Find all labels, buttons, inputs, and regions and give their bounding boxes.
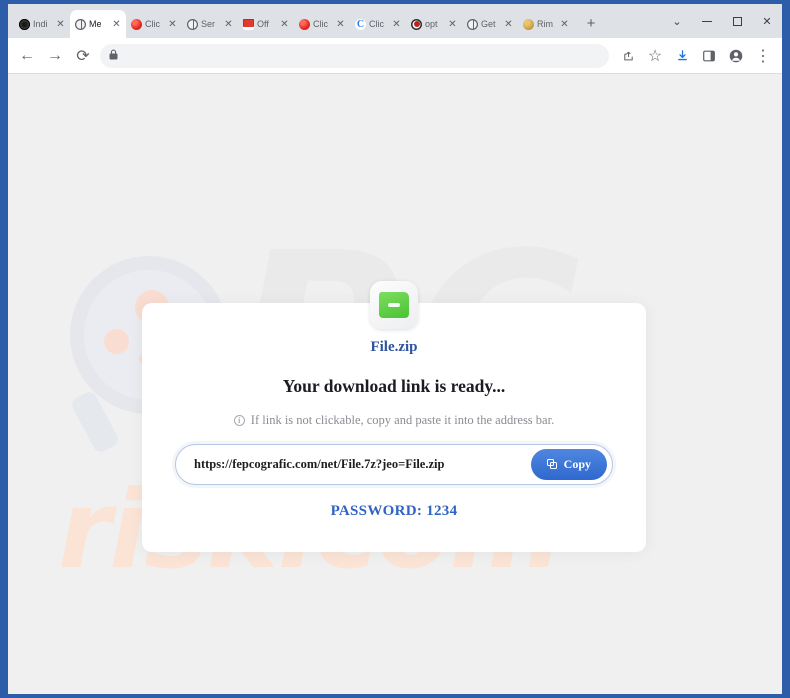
tab-label: Clic — [313, 18, 328, 29]
new-tab-button[interactable]: + — [580, 13, 602, 35]
copy-icon — [546, 459, 558, 470]
globe-icon — [75, 18, 86, 30]
browser-tab-4[interactable]: Ser ✕ — [182, 10, 238, 38]
browser-tab-1[interactable]: Indi ✕ — [14, 10, 70, 38]
tab-label: Off — [257, 18, 269, 29]
tab-close-button[interactable]: ✕ — [447, 19, 458, 30]
tab-strip: Indi ✕ Me ✕ Clic ✕ Ser ✕ Off ✕ Clic ✕ C … — [8, 4, 782, 38]
browser-tab-10[interactable]: Rim ✕ — [518, 10, 574, 38]
browser-tab-5[interactable]: Off ✕ — [238, 10, 294, 38]
hint-row: i If link is not clickable, copy and pas… — [142, 413, 646, 428]
magnifier-dot-2 — [104, 329, 129, 354]
tab-close-button[interactable]: ✕ — [503, 19, 514, 30]
tab-label: Rim — [537, 18, 553, 29]
browser-tab-2-active[interactable]: Me ✕ — [70, 10, 126, 38]
file-name-label: File.zip — [370, 339, 418, 355]
tab-label: Clic — [369, 18, 384, 29]
info-circle-icon: i — [233, 415, 245, 426]
bookmark-star-icon[interactable]: ☆ — [642, 43, 668, 69]
download-link-field[interactable]: https://fepcografic.com/net/File.7z?jeo=… — [175, 444, 613, 485]
red-dot-icon — [299, 18, 310, 30]
profile-avatar-icon[interactable] — [723, 43, 749, 69]
address-bar[interactable] — [100, 43, 609, 68]
download-link-text[interactable]: https://fepcografic.com/net/File.7z?jeo=… — [194, 457, 531, 472]
tab-close-button[interactable]: ✕ — [279, 19, 290, 30]
page-viewport: PC risk.com File.zip Your download link … — [8, 74, 782, 694]
window-controls: ⌄ ✕ — [662, 4, 782, 38]
target-ring-icon — [411, 18, 422, 30]
green-zip-folder-icon — [370, 281, 418, 329]
forward-arrow-icon[interactable]: → — [42, 43, 68, 69]
tab-list: Indi ✕ Me ✕ Clic ✕ Ser ✕ Off ✕ Clic ✕ C … — [14, 4, 662, 38]
browser-tab-6[interactable]: Clic ✕ — [294, 10, 350, 38]
menu-kebab-icon[interactable]: ⋮ — [750, 43, 776, 69]
share-icon[interactable] — [615, 43, 641, 69]
copy-button[interactable]: Copy — [530, 449, 607, 480]
back-arrow-icon[interactable]: ← — [14, 43, 40, 69]
minimize-button[interactable] — [692, 6, 722, 36]
maximize-button[interactable] — [722, 6, 752, 36]
tab-search-chevron-down-icon[interactable]: ⌄ — [662, 6, 692, 36]
close-window-button[interactable]: ✕ — [752, 6, 782, 36]
browser-tab-9[interactable]: Get ✕ — [462, 10, 518, 38]
hint-text: If link is not clickable, copy and paste… — [250, 413, 555, 427]
tab-label: Get — [481, 18, 496, 29]
red-dot-icon — [131, 18, 142, 30]
red-square-icon — [243, 18, 254, 30]
tab-close-button[interactable]: ✕ — [391, 19, 402, 30]
c-letter-icon: C — [355, 18, 366, 30]
tab-label: Ser — [201, 18, 216, 29]
gold-coin-icon — [523, 18, 534, 30]
tab-close-button[interactable]: ✕ — [335, 19, 346, 30]
download-card: File.zip Your download link is ready... … — [142, 281, 646, 552]
tab-label: Indi — [33, 18, 48, 29]
browser-window: Indi ✕ Me ✕ Clic ✕ Ser ✕ Off ✕ Clic ✕ C … — [8, 4, 782, 694]
download-icon[interactable] — [669, 43, 695, 69]
browser-tab-7[interactable]: C Clic ✕ — [350, 10, 406, 38]
reload-icon[interactable]: ⟳ — [70, 43, 96, 69]
film-reel-icon — [19, 18, 30, 30]
lock-icon — [109, 49, 118, 63]
globe-icon — [187, 18, 198, 30]
tab-close-button[interactable]: ✕ — [111, 19, 122, 30]
copy-button-label: Copy — [563, 457, 591, 471]
browser-tab-3[interactable]: Clic ✕ — [126, 10, 182, 38]
zip-folder-glyph — [379, 292, 409, 318]
tab-close-button[interactable]: ✕ — [223, 19, 234, 30]
browser-toolbar: ← → ⟳ ☆ ⋮ — [8, 38, 782, 74]
folder-slot-shape — [388, 303, 400, 307]
side-panel-icon[interactable] — [696, 43, 722, 69]
browser-tab-8[interactable]: opt ✕ — [406, 10, 462, 38]
tab-label: Clic — [145, 18, 160, 29]
tab-close-button[interactable]: ✕ — [559, 19, 570, 30]
tab-label: opt — [425, 18, 438, 29]
password-label: PASSWORD: 1234 — [330, 503, 458, 519]
tab-close-button[interactable]: ✕ — [167, 19, 178, 30]
toolbar-actions: ☆ ⋮ — [615, 43, 776, 69]
tab-close-button[interactable]: ✕ — [55, 19, 66, 30]
globe-icon — [467, 18, 478, 30]
tab-label: Me — [89, 18, 102, 29]
page-title: Your download link is ready... — [282, 376, 506, 396]
